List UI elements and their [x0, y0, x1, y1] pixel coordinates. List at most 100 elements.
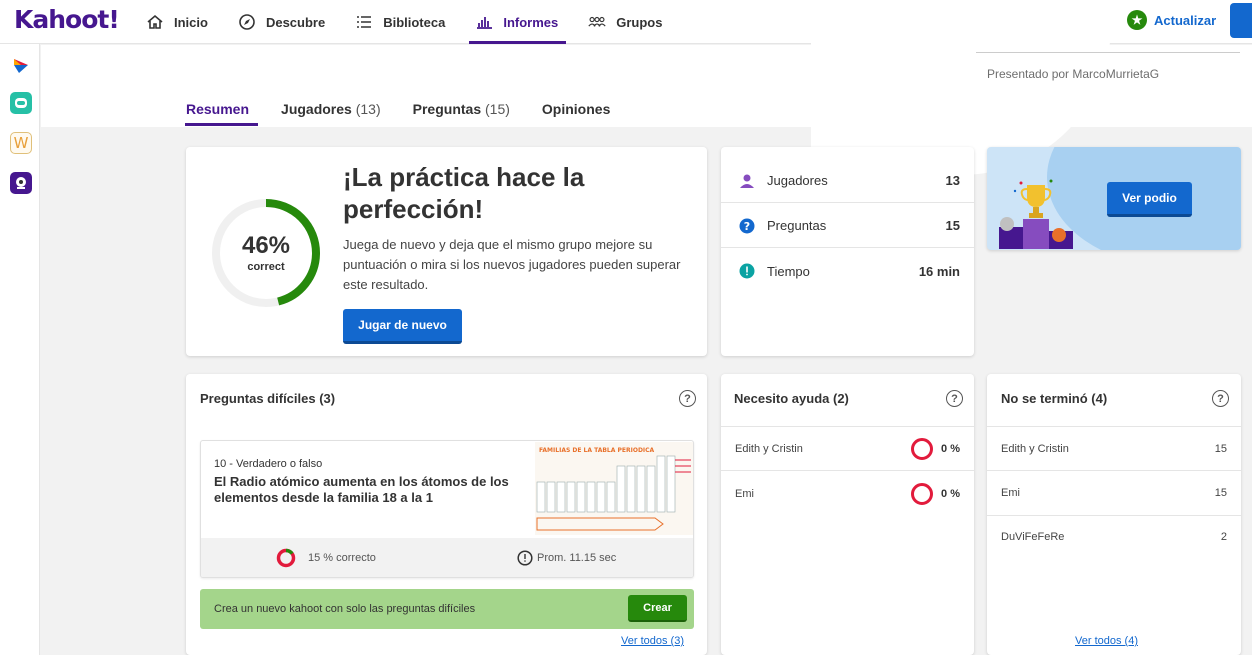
clock-icon [739, 263, 755, 279]
score-ring-icon [911, 437, 934, 460]
correct-stat: 15 % correcto [276, 548, 376, 568]
tab-label: Jugadores [281, 101, 352, 117]
player-percent: 0 % [941, 487, 960, 500]
unfinished-title: No se terminó (4) [1001, 391, 1108, 406]
image-title: FAMILIAS DE LA TABLA PERIODICA [539, 447, 655, 454]
player-name: Emi [1001, 487, 1020, 499]
upgrade-label: Actualizar [1154, 12, 1217, 28]
help-icon[interactable]: ? [946, 390, 963, 407]
question-type: 10 - Verdadero o falso [214, 458, 323, 470]
correct-text: 15 % correcto [308, 552, 376, 564]
list-item[interactable]: Emi 0 % [721, 471, 974, 516]
main-nav: Inicio Descubre Biblioteca Informes Grup… [146, 0, 692, 44]
new-kahoot-bar: Crea un nuevo kahoot con solo las pregun… [200, 589, 694, 629]
score-ring-icon [911, 482, 934, 505]
app-icon-monster[interactable] [10, 172, 32, 194]
home-icon [146, 13, 164, 31]
correct-label: correct [247, 261, 285, 273]
stat-value: 16 min [918, 263, 960, 279]
tab-count: (15) [485, 101, 510, 117]
difficult-title: Preguntas difíciles (3) [200, 391, 336, 406]
nav-item-descubre[interactable]: Descubre [238, 0, 325, 44]
stat-label: Jugadores [767, 173, 828, 188]
app-icon-robot[interactable] [10, 92, 32, 114]
list-item[interactable]: Emi 15 [987, 471, 1241, 516]
person-icon [739, 173, 755, 189]
player-percent: 0 % [941, 442, 960, 455]
create-button[interactable] [1230, 3, 1252, 38]
stat-value: 15 [945, 218, 960, 233]
avg-time-stat: Prom. 11.15 sec [517, 550, 616, 566]
tab-count: (13) [355, 101, 381, 117]
tab-label: Opiniones [541, 101, 611, 117]
correct-percentage: 46% [241, 232, 291, 259]
stat-questions: ? Preguntas 15 [721, 204, 974, 248]
avg-time-text: Prom. 11.15 sec [537, 552, 617, 564]
nav-label: Biblioteca [383, 14, 446, 30]
player-name: Edith y Cristin [1001, 442, 1069, 455]
app-icon-w[interactable]: W [10, 132, 32, 154]
nav-label: Inicio [174, 14, 208, 30]
player-name: Edith y Cristin [735, 442, 803, 455]
player-value: 15 [1214, 442, 1227, 455]
see-all-unfinished-link[interactable]: Ver todos (4) [1075, 635, 1138, 647]
star-icon: ★ [1127, 10, 1147, 30]
compass-icon [238, 13, 256, 31]
trophy-podium-icon [999, 179, 1073, 249]
play-again-button[interactable]: Jugar de nuevo [343, 309, 462, 344]
nav-label: Grupos [616, 14, 663, 30]
unfinished-card: No se terminó (4) ? Edith y Cristin 15 E… [987, 374, 1241, 655]
difficult-question-item[interactable]: 10 - Verdadero o falso El Radio atómico … [200, 440, 694, 578]
donut-icon [276, 548, 296, 568]
tab-jugadores[interactable]: Jugadores (13) [281, 101, 381, 126]
player-name: DuViFeFeRe [1001, 530, 1065, 543]
question-image: FAMILIAS DE LA TABLA PERIODICA [535, 442, 693, 535]
kahoot-logo[interactable]: Kahoot! [14, 5, 120, 34]
stats-card: Jugadores 13 ? Preguntas 15 Tiempo 16 mi… [721, 147, 974, 356]
difficult-questions-card: Preguntas difíciles (3) ? 10 - Verdadero… [186, 374, 707, 655]
tab-preguntas[interactable]: Preguntas (15) [413, 101, 510, 126]
app-icon-colorful[interactable] [10, 54, 32, 76]
tab-label: Resumen [186, 101, 250, 117]
stat-time: Tiempo 16 min [721, 249, 974, 293]
question-footer: 15 % correcto Prom. 11.15 sec [201, 538, 693, 577]
help-icon[interactable]: ? [679, 390, 696, 407]
summary-headline: ¡La práctica hace la perfección! [343, 162, 585, 224]
presented-by: Presentado por MarcoMurrietaG [976, 52, 1240, 81]
nav-item-informes[interactable]: Informes [469, 0, 567, 44]
help-icon[interactable]: ? [1212, 390, 1229, 407]
nav-item-grupos[interactable]: Grupos [588, 0, 662, 44]
bar-chart-icon [475, 13, 493, 31]
player-value: 15 [1214, 487, 1227, 499]
upgrade-button[interactable]: ★ Actualizar [1127, 10, 1216, 30]
apps-rail: W [0, 44, 40, 655]
nav-label: Descubre [265, 14, 326, 30]
stat-label: Preguntas [767, 218, 827, 233]
stat-value: 13 [945, 173, 960, 188]
list-item[interactable]: Edith y Cristin 0 % [721, 426, 974, 471]
nav-item-biblioteca[interactable]: Biblioteca [355, 0, 445, 44]
stat-players: Jugadores 13 [721, 159, 974, 203]
view-podium-button[interactable]: Ver podio [1107, 182, 1192, 217]
groups-icon [588, 13, 606, 31]
nav-label: Informes [503, 14, 559, 30]
list-item[interactable]: Edith y Cristin 15 [987, 426, 1241, 471]
tab-label: Preguntas [412, 101, 482, 117]
tab-resumen[interactable]: Resumen [184, 101, 259, 126]
svg-text:?: ? [744, 220, 750, 233]
summary-description: Juega de nuevo y deja que el mismo grupo… [343, 237, 681, 292]
stat-label: Tiempo [767, 263, 810, 279]
player-value: 2 [1220, 530, 1227, 543]
player-name: Emi [735, 487, 754, 500]
correct-percentage-ring: 46% correct [210, 197, 322, 309]
list-icon [355, 13, 373, 31]
report-tabs: Resumen Jugadores (13) Preguntas (15) Op… [184, 101, 642, 126]
nav-item-inicio[interactable]: Inicio [146, 0, 208, 44]
need-help-card: Necesito ayuda (2) ? Edith y Cristin 0 %… [721, 374, 974, 655]
tab-opiniones[interactable]: Opiniones [542, 101, 610, 126]
question-icon: ? [739, 218, 755, 234]
see-all-difficult-link[interactable]: Ver todos (3) [621, 635, 684, 647]
clock-icon [517, 550, 533, 566]
create-kahoot-button[interactable]: Crear [628, 595, 687, 622]
list-item[interactable]: DuViFeFeRe 2 [987, 514, 1241, 559]
